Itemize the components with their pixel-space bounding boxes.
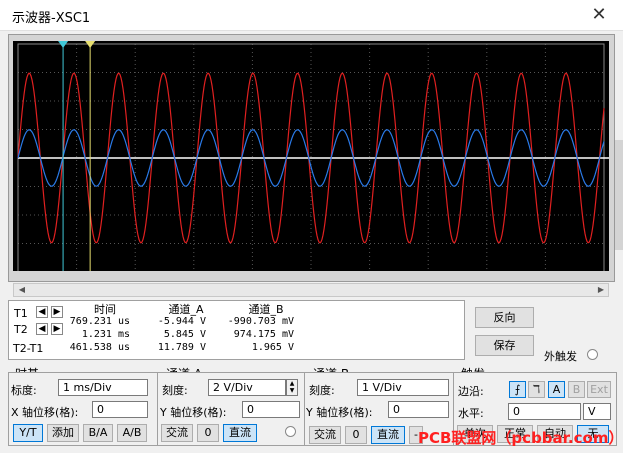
watermark: PCB联盟网（pcbbar.com） bbox=[418, 429, 623, 447]
chb-header: 通道_B bbox=[248, 303, 284, 316]
trigger-source-a-button[interactable]: A bbox=[548, 381, 565, 398]
trigger-source-ext-button[interactable]: Ext bbox=[587, 381, 611, 398]
t2-label: T2 bbox=[14, 323, 28, 336]
channel-a-zero-button[interactable]: 0 bbox=[197, 424, 219, 442]
scroll-left-icon[interactable]: ◀ bbox=[15, 284, 29, 296]
channel-a-dc-button[interactable]: 直流 bbox=[223, 424, 257, 442]
channel-b-dc-button[interactable]: 直流 bbox=[371, 426, 405, 444]
close-icon[interactable]: ✕ bbox=[588, 4, 610, 26]
trigger-source-b-button[interactable]: B bbox=[568, 381, 585, 398]
trigger-level-label: 水平: bbox=[458, 407, 484, 420]
channel-a-spinner-icon[interactable]: ▲ ▼ bbox=[286, 379, 298, 396]
side-panel-edge bbox=[614, 140, 623, 250]
t2-cha: 5.845 V bbox=[163, 329, 206, 340]
mode-ab-button[interactable]: A/B bbox=[117, 424, 147, 442]
reverse-button[interactable]: 反向 bbox=[475, 307, 534, 328]
scope-screen[interactable] bbox=[13, 41, 609, 273]
t1-cha: -5.944 V bbox=[157, 316, 206, 327]
ext-trigger-terminal[interactable] bbox=[587, 349, 598, 360]
window-title: 示波器-XSC1 bbox=[12, 11, 91, 26]
channel-b-ac-button[interactable]: 交流 bbox=[309, 426, 341, 444]
t1-time: 769.231 us bbox=[69, 316, 130, 327]
mode-ba-button[interactable]: B/A bbox=[83, 424, 113, 442]
mode-yt-button[interactable]: Y/T bbox=[13, 424, 43, 442]
channel-b-scale-input[interactable]: 1 V/Div bbox=[357, 379, 449, 396]
rising-edge-icon[interactable]: ⨍ bbox=[509, 381, 526, 398]
t1-left-arrow-icon[interactable]: ◀ bbox=[36, 306, 48, 318]
t2-t1-cha: 11.789 V bbox=[157, 342, 206, 353]
x-position-label: X 轴位移(格): bbox=[11, 406, 79, 419]
trigger-level-input[interactable]: 0 bbox=[508, 403, 581, 420]
t2-t1-chb: 1.965 V bbox=[251, 342, 294, 353]
waveform-display bbox=[17, 41, 609, 273]
channel-a-ac-button[interactable]: 交流 bbox=[161, 424, 193, 442]
t2-time: 1.231 ms bbox=[81, 329, 130, 340]
t1-chb: -990.703 mV bbox=[227, 316, 294, 327]
title-bar bbox=[0, 0, 623, 31]
horizontal-scrollbar[interactable] bbox=[13, 283, 609, 297]
channel-a-terminal[interactable] bbox=[285, 426, 296, 437]
channel-b-zero-button[interactable]: 0 bbox=[345, 426, 367, 444]
trigger-edge-label: 边沿: bbox=[458, 385, 484, 398]
save-button[interactable]: 保存 bbox=[475, 335, 534, 356]
timebase-scale-input[interactable]: 1 ms/Div bbox=[58, 379, 148, 396]
scroll-right-icon[interactable]: ▶ bbox=[594, 284, 608, 296]
channel-a-ypos-input[interactable]: 0 bbox=[242, 401, 300, 418]
x-position-input[interactable]: 0 bbox=[92, 401, 148, 418]
falling-edge-icon[interactable]: ℸ bbox=[528, 381, 545, 398]
channel-b-ypos-input[interactable]: 0 bbox=[388, 401, 449, 418]
time-header: 时间 bbox=[94, 303, 116, 316]
mode-add-button[interactable]: 添加 bbox=[47, 424, 79, 442]
t1-label: T1 bbox=[14, 307, 28, 320]
t2-t1-time: 461.538 us bbox=[69, 342, 130, 353]
channel-a-scale-label: 刻度: bbox=[162, 384, 188, 397]
ext-trigger-label: 外触发 bbox=[544, 350, 577, 363]
t2-chb: 974.175 mV bbox=[233, 329, 294, 340]
timebase-scale-label: 标度: bbox=[11, 384, 37, 397]
trigger-level-unit[interactable]: V bbox=[583, 403, 611, 420]
channel-a-scale-input[interactable]: 2 V/Div bbox=[208, 379, 286, 396]
t2-t1-label: T2-T1 bbox=[13, 342, 44, 355]
channel-b-scale-label: 刻度: bbox=[309, 384, 335, 397]
t2-left-arrow-icon[interactable]: ◀ bbox=[36, 323, 48, 335]
cha-header: 通道_A bbox=[168, 303, 204, 316]
channel-a-ypos-label: Y 轴位移(格): bbox=[160, 406, 227, 419]
channel-b-ypos-label: Y 轴位移(格): bbox=[306, 406, 373, 419]
